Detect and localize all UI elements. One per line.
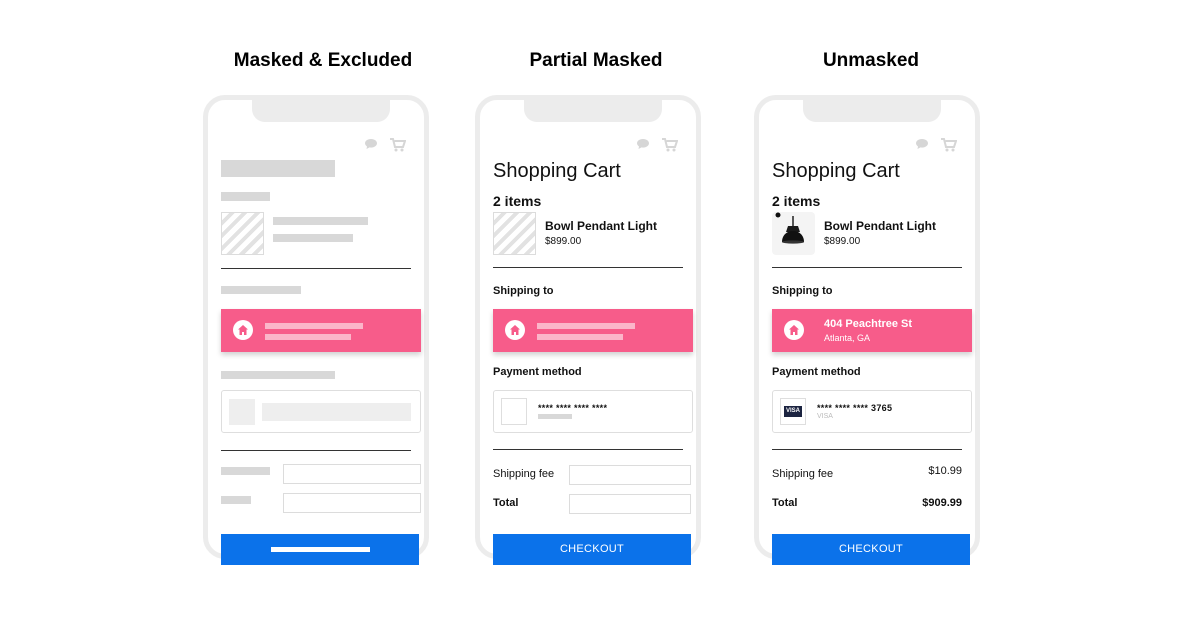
total-value: $909.99: [922, 497, 962, 509]
shipping-fee-field-masked: [569, 465, 691, 485]
shipping-label: Shipping to: [493, 285, 554, 297]
payment-label-placeholder: [221, 371, 335, 379]
shipping-fee-value: $10.99: [928, 465, 962, 477]
phone-partial-masked: Shopping Cart 2 items Bowl Pendant Light…: [475, 95, 701, 565]
phone-notch: [252, 95, 390, 122]
visa-card-logo: VISA: [784, 406, 802, 417]
item-count: 2 items: [493, 193, 542, 209]
product-name-placeholder: [273, 217, 368, 225]
total-label-placeholder: [221, 496, 251, 504]
item-count: 2 items: [772, 193, 821, 209]
card-number-masked: **** **** **** 3765: [817, 403, 893, 413]
checkout-button-masked[interactable]: [221, 534, 419, 565]
chat-icon[interactable]: [636, 138, 650, 150]
shipping-address-card[interactable]: [493, 309, 693, 352]
card-number-masked: **** **** **** ****: [538, 403, 608, 413]
payment-label: Payment method: [772, 366, 861, 378]
product-price-placeholder: [273, 234, 353, 242]
divider: [221, 450, 411, 451]
phone-masked-excluded: [203, 95, 429, 565]
payment-method-card[interactable]: **** **** **** ****: [493, 390, 693, 433]
chat-icon[interactable]: [364, 138, 378, 150]
product-thumbnail-masked: [493, 212, 536, 255]
page-title: Shopping Cart: [493, 160, 621, 182]
address-line2: Atlanta, GA: [824, 333, 871, 343]
heading-masked-excluded: Masked & Excluded: [233, 50, 413, 71]
card-brand-placeholder: [538, 414, 572, 419]
payment-label: Payment method: [493, 366, 582, 378]
card-logo-placeholder: [501, 398, 527, 425]
cart-icon[interactable]: [662, 138, 678, 152]
header-icons: [915, 138, 957, 152]
home-icon: [784, 320, 804, 340]
card-brand: VISA: [817, 413, 833, 420]
shipping-address-card[interactable]: [221, 309, 421, 352]
shipping-fee-field-masked: [283, 464, 421, 484]
checkout-button[interactable]: CHECKOUT: [493, 534, 691, 565]
divider: [493, 449, 683, 450]
product-name[interactable]: Bowl Pendant Light: [545, 219, 657, 233]
product-name[interactable]: Bowl Pendant Light: [824, 219, 936, 233]
product-price: $899.00: [824, 236, 861, 247]
product-thumbnail-masked: [221, 212, 264, 255]
address-line2-placeholder: [537, 334, 623, 340]
phone-unmasked: Shopping Cart 2 items Bowl Pendant Light…: [754, 95, 980, 565]
header-icons: [364, 138, 406, 152]
checkout-label-placeholder: [271, 547, 370, 552]
shipping-fee-label: Shipping fee: [493, 468, 555, 480]
divider: [493, 267, 683, 268]
divider: [772, 267, 962, 268]
payment-method-card[interactable]: VISA **** **** **** 3765 VISA: [772, 390, 972, 433]
address-line1-placeholder: [265, 323, 363, 329]
divider: [221, 268, 411, 269]
total-label: Total: [772, 497, 798, 509]
payment-method-card[interactable]: [221, 390, 421, 433]
heading-partial-masked: Partial Masked: [529, 50, 663, 71]
items-placeholder: [221, 192, 270, 201]
address-line1-placeholder: [537, 323, 635, 329]
address-line2-placeholder: [265, 334, 351, 340]
card-logo-placeholder: [229, 399, 255, 425]
total-label: Total: [493, 497, 519, 509]
header-icons: [636, 138, 678, 152]
shipping-label: Shipping to: [772, 285, 833, 297]
title-placeholder: [221, 160, 335, 177]
shipping-address-card[interactable]: 404 Peachtree St Atlanta, GA: [772, 309, 972, 352]
address-line1: 404 Peachtree St: [824, 318, 913, 330]
product-thumbnail[interactable]: [772, 212, 815, 255]
product-price: $899.00: [545, 236, 582, 247]
shipping-fee-label-placeholder: [221, 467, 270, 475]
shipping-label-placeholder: [221, 286, 301, 294]
chat-icon[interactable]: [915, 138, 929, 150]
page-title: Shopping Cart: [772, 160, 900, 182]
cart-icon[interactable]: [941, 138, 957, 152]
shipping-fee-label: Shipping fee: [772, 468, 834, 480]
home-icon: [505, 320, 525, 340]
total-field-masked: [283, 493, 421, 513]
pendant-lamp-icon: [775, 212, 804, 244]
card-number-placeholder: [262, 403, 411, 421]
visa-card-icon: VISA: [780, 398, 806, 425]
phone-notch: [524, 95, 662, 122]
phone-notch: [803, 95, 941, 122]
divider: [772, 449, 962, 450]
cart-icon[interactable]: [390, 138, 406, 152]
total-field-masked: [569, 494, 691, 514]
heading-unmasked: Unmasked: [822, 50, 920, 71]
home-icon: [233, 320, 253, 340]
checkout-button[interactable]: CHECKOUT: [772, 534, 970, 565]
